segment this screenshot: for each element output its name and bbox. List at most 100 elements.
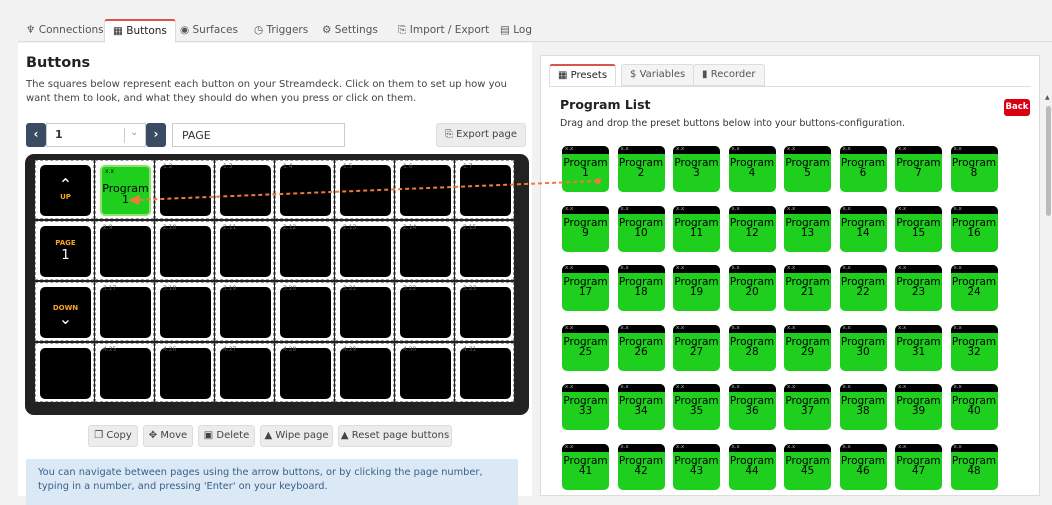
preset-button[interactable]: x.x Program 18 xyxy=(617,265,665,311)
grid-button[interactable]: 1.3 xyxy=(215,160,274,219)
preset-button[interactable]: x.x Program 9 xyxy=(562,205,609,252)
preset-button[interactable]: x.x Program 27 xyxy=(673,324,720,371)
preset-button[interactable]: x.x Program 25 xyxy=(562,324,609,371)
preset-button[interactable]: x.x Program 8 xyxy=(950,146,998,192)
grid-button[interactable]: 4.29 xyxy=(335,343,394,402)
preset-button[interactable]: x.x Program 46 xyxy=(839,443,887,490)
tab-log[interactable]: ▤ Log xyxy=(492,20,540,42)
copy-button[interactable]: ❐ Copy xyxy=(88,425,138,447)
preset-button[interactable]: x.x Program 17 xyxy=(562,265,609,311)
grid-button[interactable]: 4.25 xyxy=(95,343,154,402)
preset-button[interactable]: x.x Program 5 xyxy=(784,146,831,192)
grid-button[interactable]: 3.21 xyxy=(335,282,394,341)
grid-button[interactable]: 1.4 xyxy=(275,160,334,219)
preset-button[interactable]: x.x Program 38 xyxy=(839,384,887,430)
next-page-button[interactable]: › xyxy=(146,123,166,147)
nav-down-button[interactable]: DOWN ⌄ xyxy=(35,282,94,341)
wipe-page-button[interactable]: ▲ Wipe page xyxy=(260,425,333,447)
grid-button[interactable]: 2.14 xyxy=(395,221,454,280)
preset-button[interactable]: x.x Program 12 xyxy=(728,205,776,252)
grid-button[interactable]: 2.12 xyxy=(275,221,334,280)
grid-button[interactable]: 3.18 xyxy=(155,282,214,341)
preset-button[interactable]: x.x Program 30 xyxy=(839,324,887,371)
scroll-up-icon[interactable]: ▲ xyxy=(1045,94,1050,101)
grid-button[interactable]: 3.22 xyxy=(395,282,454,341)
preset-button[interactable]: x.x Program 33 xyxy=(562,384,609,430)
grid-button[interactable]: 4.28 xyxy=(275,343,334,402)
scrollbar[interactable]: ▲ xyxy=(1045,94,1051,234)
tab-surfaces[interactable]: ◉ Surfaces xyxy=(172,20,246,42)
chevron-down-icon[interactable]: ⌄ xyxy=(130,127,138,138)
move-button[interactable]: ✥ Move xyxy=(143,425,193,447)
preset-button[interactable]: x.x Program 35 xyxy=(673,384,720,430)
back-button[interactable]: Back xyxy=(1004,99,1030,116)
preset-button[interactable]: x.x Program 42 xyxy=(617,443,665,490)
preset-button[interactable]: x.x Program 6 xyxy=(839,146,887,192)
prev-page-button[interactable]: ‹ xyxy=(26,123,46,147)
tab-triggers[interactable]: ◷ Triggers xyxy=(246,20,316,42)
tab-buttons[interactable]: ▦ Buttons xyxy=(104,19,176,43)
preset-button[interactable]: x.x Program 39 xyxy=(895,384,942,430)
tab-variables[interactable]: $ Variables xyxy=(621,64,695,86)
preset-button[interactable]: x.x Program 23 xyxy=(895,265,942,311)
reset-page-buttons-button[interactable]: ▲ Reset page buttons xyxy=(338,425,452,447)
preset-button[interactable]: x.x Program 11 xyxy=(673,205,720,252)
preset-button[interactable]: x.x Program 29 xyxy=(784,324,831,371)
page-number-select[interactable]: 1 ⌄ xyxy=(46,123,146,147)
preset-button[interactable]: x.x Program 24 xyxy=(950,265,998,311)
grid-button[interactable]: 2.15 xyxy=(455,221,514,280)
preset-button[interactable]: x.x Program 3 xyxy=(673,146,720,192)
preset-button[interactable]: x.x Program 14 xyxy=(839,205,887,252)
preset-button[interactable]: x.x Program 4 xyxy=(728,146,776,192)
grid-button[interactable]: 1.5 xyxy=(335,160,394,219)
grid-button[interactable]: 2.10 xyxy=(155,221,214,280)
preset-button[interactable]: x.x Program 21 xyxy=(784,265,831,311)
preset-button[interactable]: x.x Program 43 xyxy=(673,443,720,490)
grid-button[interactable]: 4.26 xyxy=(155,343,214,402)
tab-recorder[interactable]: ▮ Recorder xyxy=(693,64,765,86)
preset-button[interactable]: x.x Program 47 xyxy=(895,443,942,490)
page-name-input[interactable]: PAGE xyxy=(172,123,345,147)
preset-button[interactable]: x.x Program 7 xyxy=(895,146,942,192)
preset-button[interactable]: x.x Program 34 xyxy=(617,384,665,430)
grid-button[interactable]: 2.13 xyxy=(335,221,394,280)
grid-button[interactable]: 2.9 xyxy=(95,221,154,280)
grid-button[interactable]: 2.11 xyxy=(215,221,274,280)
preset-button[interactable]: x.x Program 16 xyxy=(950,205,998,252)
tab-settings[interactable]: ⚙ Settings xyxy=(314,20,386,42)
preset-button[interactable]: x.x Program 26 xyxy=(617,324,665,371)
grid-button-selected[interactable]: x.x Program 1 xyxy=(95,160,154,219)
preset-button[interactable]: x.x Program 45 xyxy=(784,443,831,490)
tab-connections[interactable]: ♆ Connections xyxy=(18,20,112,42)
grid-button[interactable]: 4.31 xyxy=(455,343,514,402)
preset-button[interactable]: x.x Program 10 xyxy=(617,205,665,252)
grid-button[interactable]: 4.30 xyxy=(395,343,454,402)
grid-button[interactable]: 3.17 xyxy=(95,282,154,341)
delete-button[interactable]: ▣ Delete xyxy=(198,425,255,447)
preset-button[interactable]: x.x Program 13 xyxy=(784,205,831,252)
scrollbar-thumb[interactable] xyxy=(1046,106,1051,216)
export-page-button[interactable]: ⎘ Export page xyxy=(436,123,526,147)
preset-button[interactable]: x.x Program 22 xyxy=(839,265,887,311)
grid-button[interactable]: 1.7 xyxy=(455,160,514,219)
preset-button[interactable]: x.x Program 41 xyxy=(562,443,609,490)
nav-page-button[interactable]: PAGE 1 xyxy=(35,221,94,280)
preset-button[interactable]: x.x Program 1 xyxy=(562,146,609,192)
preset-button[interactable]: x.x Program 31 xyxy=(895,324,942,371)
grid-button[interactable]: 4.27 xyxy=(215,343,274,402)
preset-button[interactable]: x.x Program 48 xyxy=(950,443,998,490)
preset-button[interactable]: x.x Program 40 xyxy=(950,384,998,430)
grid-button[interactable] xyxy=(35,343,94,402)
preset-button[interactable]: x.x Program 19 xyxy=(673,265,720,311)
preset-button[interactable]: x.x Program 37 xyxy=(784,384,831,430)
preset-button[interactable]: x.x Program 44 xyxy=(728,443,776,490)
preset-button[interactable]: x.x Program 20 xyxy=(728,265,776,311)
preset-button[interactable]: x.x Program 28 xyxy=(728,324,776,371)
tab-presets[interactable]: ▦ Presets xyxy=(549,64,617,86)
grid-button[interactable]: 3.19 xyxy=(215,282,274,341)
grid-button[interactable]: 1.6 xyxy=(395,160,454,219)
grid-button[interactable]: 3.23 xyxy=(455,282,514,341)
grid-button[interactable]: 3.20 xyxy=(275,282,334,341)
preset-button[interactable]: x.x Program 32 xyxy=(950,324,998,371)
preset-button[interactable]: x.x Program 15 xyxy=(895,205,942,252)
